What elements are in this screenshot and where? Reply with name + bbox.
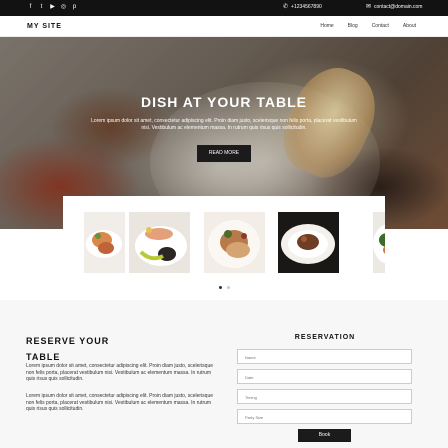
date-field[interactable]: Date bbox=[237, 369, 412, 384]
nav-home[interactable]: Home bbox=[320, 23, 333, 29]
nav-menu: Home Blog Contact About bbox=[320, 23, 416, 29]
phone-number: +1234567890 bbox=[291, 3, 322, 10]
nav-contact[interactable]: Contact bbox=[372, 23, 389, 29]
dish-thumbnail[interactable] bbox=[204, 212, 265, 273]
instagram-icon[interactable]: ◎ bbox=[60, 4, 67, 11]
social-links: f t ▶ ◎ p bbox=[27, 4, 78, 11]
carousel-dot-2[interactable] bbox=[227, 286, 230, 289]
email-address: contact@domain.com bbox=[374, 3, 423, 10]
name-field[interactable]: Name bbox=[237, 349, 412, 364]
nav-about[interactable]: About bbox=[403, 23, 416, 29]
book-button[interactable]: Book bbox=[298, 429, 351, 442]
dish-thumbnail[interactable] bbox=[353, 212, 385, 273]
read-more-button[interactable]: READ MORE bbox=[197, 145, 251, 162]
hero-content: DISH AT YOUR TABLE Lorem ipsum dolor sit… bbox=[0, 94, 448, 162]
reserve-heading-line1: RESERVE YOUR bbox=[26, 336, 110, 346]
contact-phone[interactable]: ✆ +1234567890 bbox=[283, 3, 322, 11]
youtube-icon[interactable]: ▶ bbox=[49, 4, 56, 11]
site-logo[interactable]: MY SITE bbox=[27, 23, 62, 30]
reserve-paragraph-2: Lorem ipsum dolor sit amet, consectetur … bbox=[26, 393, 214, 412]
main-navbar: MY SITE Home Blog Contact About bbox=[0, 16, 448, 37]
pinterest-icon[interactable]: p bbox=[71, 4, 78, 11]
reserve-heading: RESERVE YOUR TABLE bbox=[26, 333, 136, 365]
timing-field[interactable]: Timing bbox=[237, 389, 412, 404]
reserve-paragraph-1: Lorem ipsum dolor sit amet, consectetur … bbox=[26, 363, 214, 382]
twitter-icon[interactable]: t bbox=[38, 4, 45, 11]
reservation-form-title: RESERVATION bbox=[294, 334, 356, 341]
hero-title: DISH AT YOUR TABLE bbox=[140, 94, 308, 110]
carousel-dot-1[interactable] bbox=[219, 286, 222, 289]
party-size-field[interactable]: Party Size bbox=[237, 409, 412, 424]
facebook-icon[interactable]: f bbox=[27, 4, 34, 11]
contact-email[interactable]: ✉ contact@domain.com bbox=[366, 3, 423, 11]
dish-carousel[interactable] bbox=[63, 196, 385, 296]
top-bar: f t ▶ ◎ p ✆ +1234567890 ✉ contact@domain… bbox=[0, 0, 448, 16]
dish-thumbnail[interactable] bbox=[129, 212, 190, 273]
mail-icon: ✉ bbox=[366, 4, 372, 10]
dish-thumbnail[interactable] bbox=[278, 212, 339, 273]
hero-text: Lorem ipsum dolor sit amet, consectetur … bbox=[91, 118, 357, 131]
carousel-dots bbox=[219, 286, 230, 289]
phone-icon: ✆ bbox=[283, 4, 289, 10]
dish-thumbnail[interactable] bbox=[74, 212, 135, 273]
nav-blog[interactable]: Blog bbox=[348, 23, 358, 29]
